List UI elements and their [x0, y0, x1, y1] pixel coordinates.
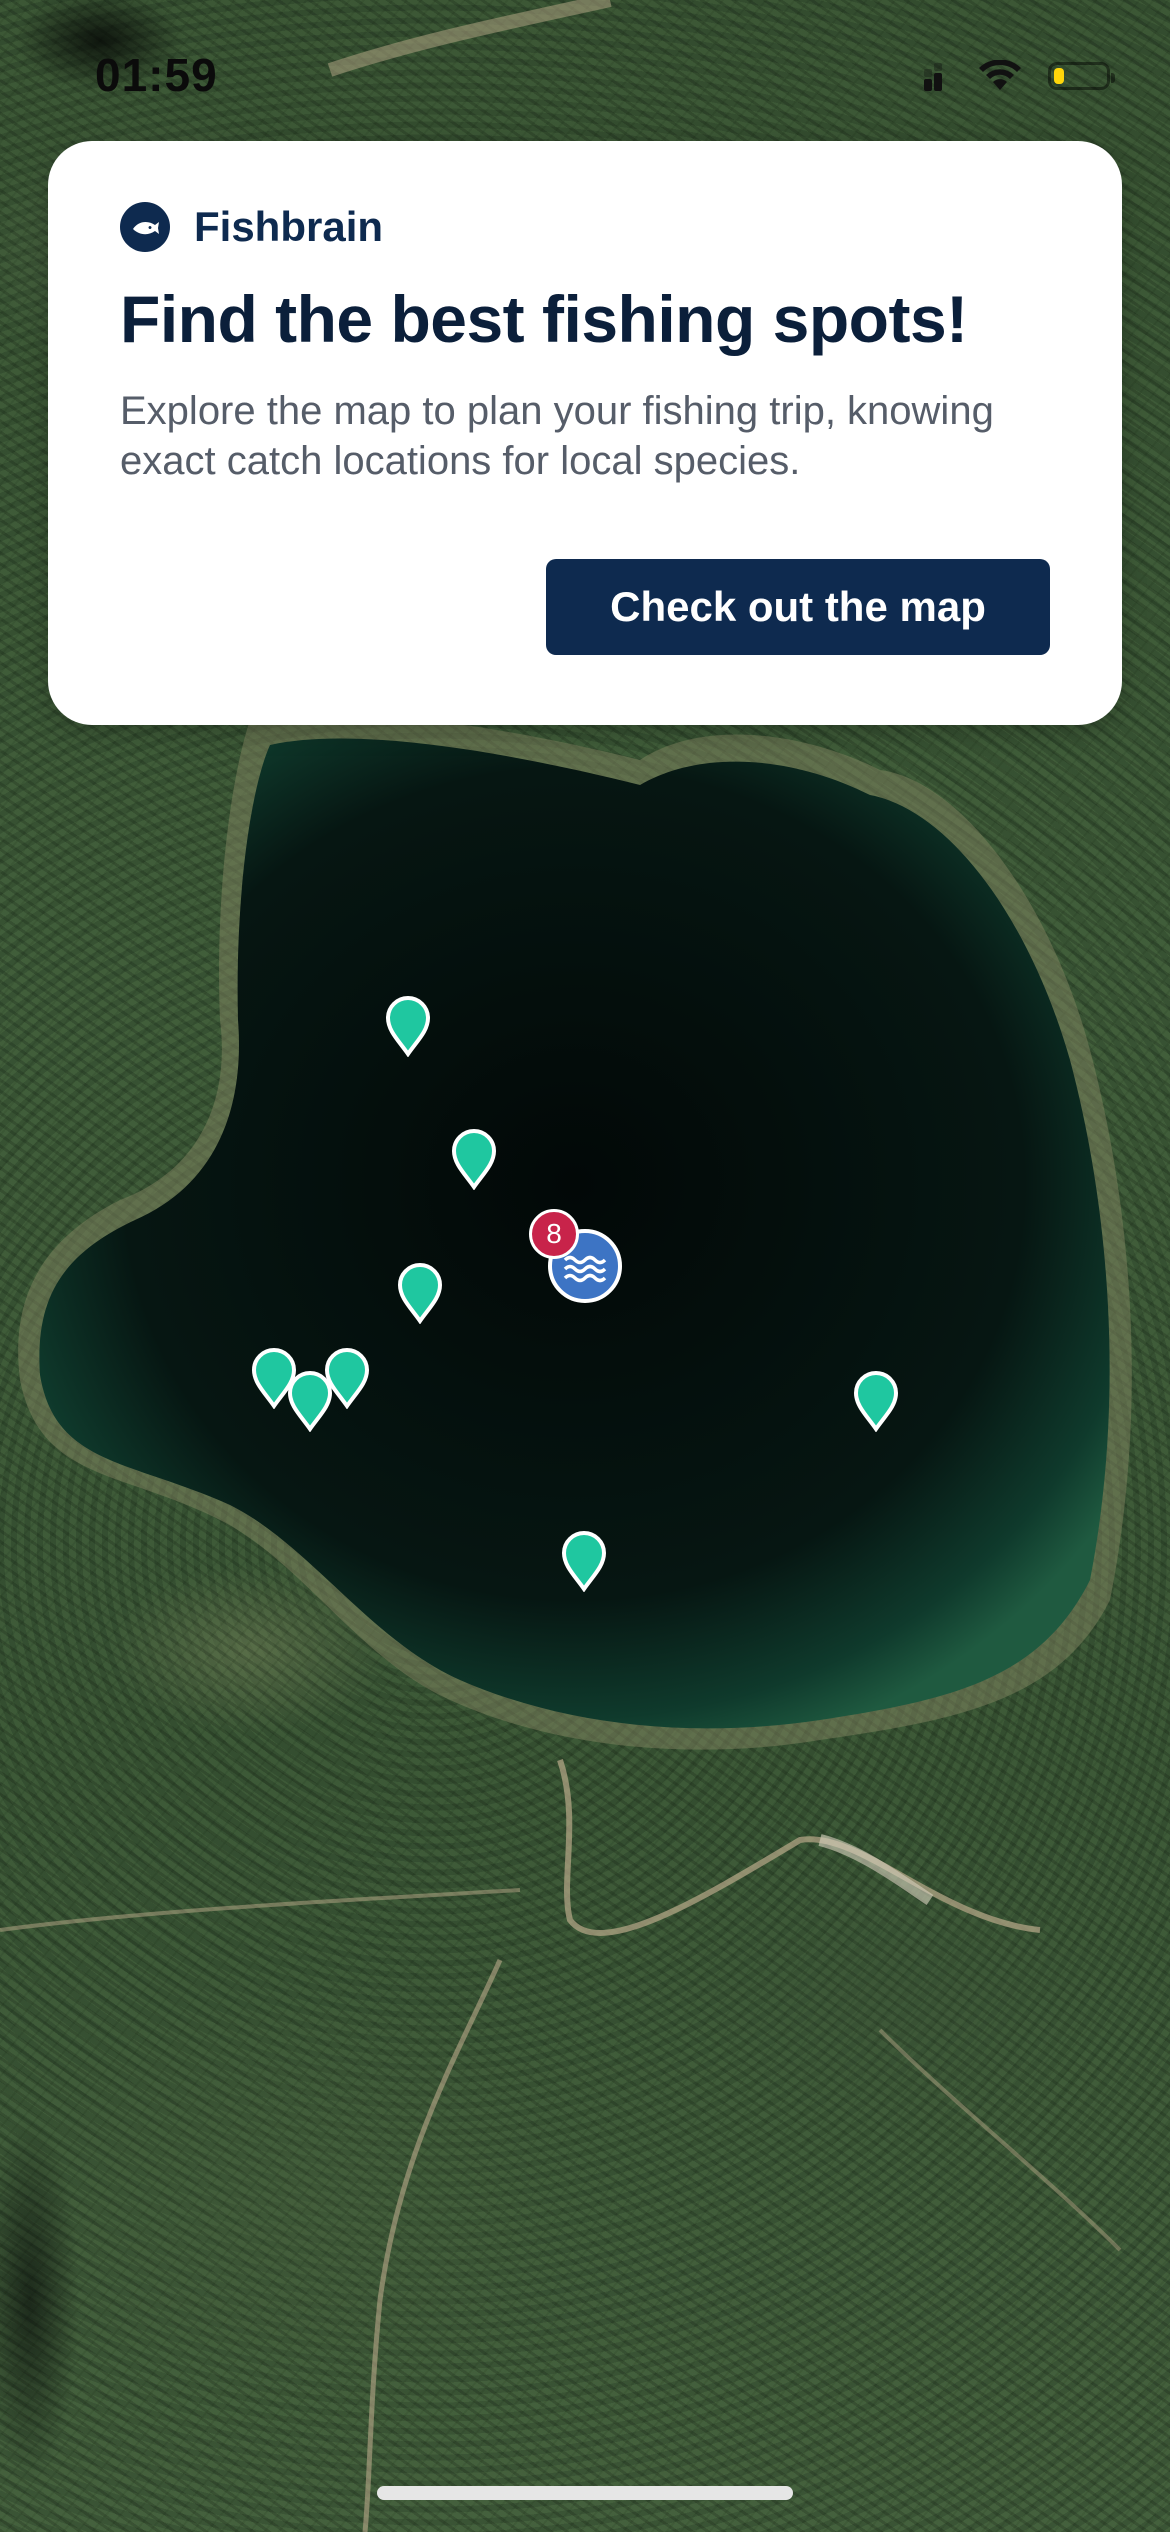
wifi-icon [979, 60, 1021, 90]
app-name: Fishbrain [194, 203, 384, 250]
catch-marker-pin[interactable] [853, 1370, 899, 1432]
battery-icon [1048, 62, 1115, 90]
catch-marker-pin[interactable] [561, 1530, 607, 1592]
status-time: 01:59 [95, 49, 218, 101]
cellular-signal-icon [924, 63, 942, 91]
brand-row: Fishbrain [120, 199, 1050, 255]
cluster-count-badge[interactable]: 8 [529, 1209, 579, 1259]
notification-card[interactable]: Fishbrain Find the best fishing spots! E… [48, 141, 1122, 725]
notification-title: Find the best fishing spots! [120, 282, 968, 356]
home-indicator[interactable] [377, 2486, 793, 2500]
catch-marker-pin[interactable] [397, 1262, 443, 1324]
status-bar: 01:59 [0, 0, 1170, 140]
battery-level [1054, 68, 1064, 84]
status-icons [924, 56, 1115, 96]
fishbrain-logo-icon [120, 202, 170, 252]
catch-marker-pin[interactable] [385, 995, 431, 1057]
notification-body: Explore the map to plan your fishing tri… [120, 388, 994, 483]
catch-marker-pin[interactable] [451, 1128, 497, 1190]
check-out-map-button[interactable]: Check out the map [546, 559, 1050, 655]
catch-marker-pin[interactable] [287, 1370, 333, 1432]
